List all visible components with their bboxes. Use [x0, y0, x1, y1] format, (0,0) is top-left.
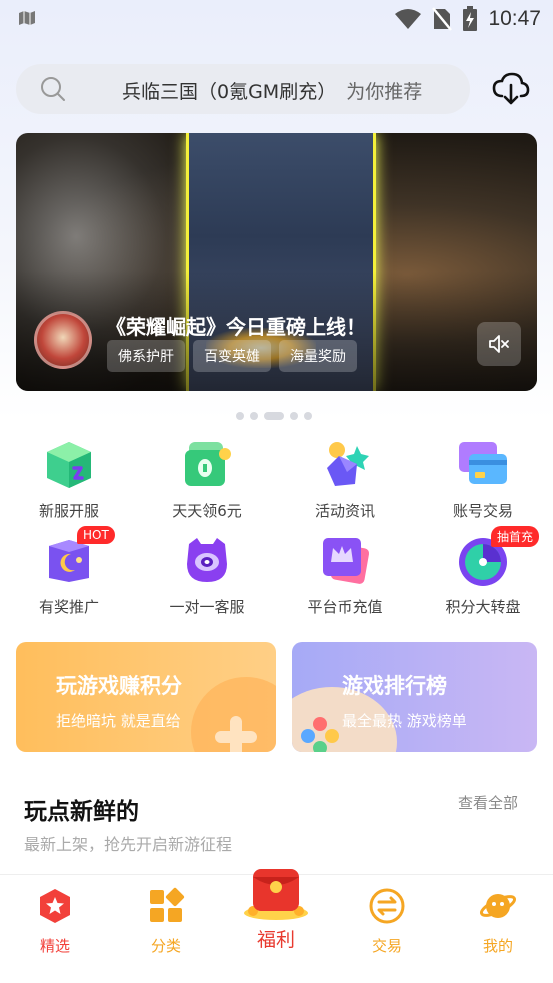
exchange-icon	[369, 888, 405, 924]
grid-item-label: 活动资讯	[314, 502, 375, 520]
battery-icon	[463, 6, 478, 31]
no-sim-icon	[432, 7, 453, 31]
nav-label: 交易	[371, 937, 402, 955]
grid-item-new-server[interactable]: 新服开服	[0, 436, 138, 521]
banner-pagination	[236, 412, 312, 420]
view-all-link[interactable]: 查看全部	[458, 792, 518, 813]
grid-item-activity-news[interactable]: 活动资讯	[276, 436, 414, 521]
pagination-dot[interactable]	[250, 412, 258, 420]
earn-points-title: 玩游戏赚积分	[56, 674, 182, 698]
grid-item-label: 一对一客服	[169, 598, 245, 616]
nav-label: 精选	[39, 937, 70, 955]
nav-tab-featured[interactable]: 精选	[10, 887, 100, 956]
wifi-icon	[395, 9, 422, 29]
planet-icon	[479, 894, 517, 918]
search-bar[interactable]: 兵临三国（0氪GM刷充） 为你推荐	[16, 64, 470, 114]
banner-tag: 海量奖励	[279, 340, 357, 372]
cash-icon	[179, 436, 235, 492]
crown-icon	[317, 532, 373, 588]
map-icon	[19, 11, 35, 25]
wheel-icon: 抽首充	[455, 526, 540, 588]
grid-item-label: 有奖推广	[38, 598, 99, 616]
status-bar: 10:47	[0, 0, 553, 38]
search-placeholder: 兵临三国（0氪GM刷充） 为你推荐	[122, 77, 422, 104]
search-icon	[41, 77, 65, 101]
nav-label: 分类	[150, 937, 181, 955]
nav-label: 福利	[256, 929, 295, 951]
earn-points-subtitle: 拒绝暗坑 就是直给	[56, 712, 181, 730]
game-avatar[interactable]	[34, 311, 92, 369]
banner-tag: 佛系护肝	[107, 340, 185, 372]
pagination-dot[interactable]	[236, 412, 244, 420]
mute-button[interactable]	[477, 322, 521, 366]
grid-item-label: 账号交易	[452, 502, 513, 520]
pagination-dot[interactable]	[304, 412, 312, 420]
red-envelope-icon	[244, 869, 308, 920]
pagination-dot-active[interactable]	[264, 412, 284, 420]
grid-item-label: 积分大转盘	[445, 598, 521, 616]
bottom-navigation: 精选 分类 福利 交易 我的	[0, 869, 553, 983]
pagination-dot[interactable]	[290, 412, 298, 420]
search-recommend-suffix: 为你推荐	[346, 81, 423, 103]
nav-label: 我的	[482, 937, 513, 955]
cube-icon	[41, 436, 97, 492]
search-recommend-game: 兵临三国（0氪GM刷充）	[122, 81, 337, 103]
star-icon	[40, 889, 70, 923]
promo-icon: HOT	[41, 526, 115, 588]
grid-item-account-trade[interactable]: 账号交易	[414, 436, 552, 521]
banner-tag: 百变英雄	[193, 340, 271, 372]
section-title: 玩点新鲜的	[24, 799, 139, 825]
grid-item-coin-recharge[interactable]: 平台币充值	[276, 532, 414, 617]
earn-points-card[interactable]: 玩游戏赚积分 拒绝暗坑 就是直给	[16, 642, 276, 752]
section-subtitle: 最新上架，抢先开启新游征程	[24, 835, 233, 854]
speaker-mute-icon	[489, 335, 509, 353]
grid-item-lucky-wheel[interactable]: 抽首充 积分大转盘	[414, 526, 552, 617]
nav-tab-welfare[interactable]: 福利	[231, 863, 321, 952]
game-ranking-subtitle: 最全最热 游戏榜单	[342, 712, 467, 730]
nav-tab-category[interactable]: 分类	[121, 887, 211, 956]
status-time: 10:47	[488, 7, 541, 30]
grid-item-daily-cash[interactable]: 天天领6元	[138, 436, 276, 521]
grid-item-label: 新服开服	[38, 502, 99, 520]
card-icon	[455, 436, 511, 492]
category-icon	[150, 887, 185, 922]
game-ranking-card[interactable]: 游戏排行榜 最全最热 游戏榜单	[292, 642, 537, 752]
hot-badge: HOT	[77, 526, 115, 544]
download-cloud-icon[interactable]	[492, 72, 530, 106]
gamepad-decoration	[191, 677, 276, 752]
banner-title: 《荣耀崛起》今日重磅上线！	[106, 315, 366, 339]
game-ranking-title: 游戏排行榜	[342, 674, 447, 698]
grid-item-customer-service[interactable]: 一对一客服	[138, 532, 276, 617]
first-recharge-badge: 抽首充	[491, 526, 540, 547]
service-icon	[179, 532, 235, 588]
nav-tab-mine[interactable]: 我的	[453, 887, 543, 956]
game-banner[interactable]: 《荣耀崛起》今日重磅上线！ 佛系护肝 百变英雄 海量奖励	[16, 133, 537, 391]
grid-item-label: 天天领6元	[172, 502, 242, 520]
nav-tab-trade[interactable]: 交易	[342, 887, 432, 956]
grid-item-label: 平台币充值	[307, 598, 383, 616]
banner-tags: 佛系护肝 百变英雄 海量奖励	[107, 340, 357, 372]
grid-item-referral[interactable]: HOT 有奖推广	[0, 526, 138, 617]
activity-icon	[317, 436, 373, 492]
